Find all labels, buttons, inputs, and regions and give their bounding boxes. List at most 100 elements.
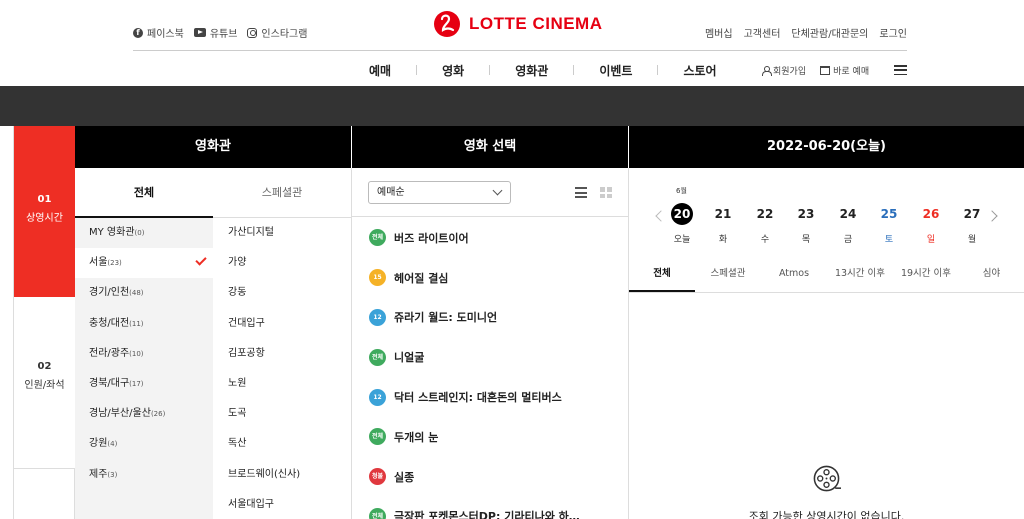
header-actions: 회원가입 바로 예매	[762, 64, 869, 77]
lotte-logo-icon	[434, 11, 460, 37]
date-item[interactable]: 24 금	[835, 203, 861, 245]
header-band	[0, 86, 1024, 126]
movie-item[interactable]: 전체 니얼굴	[352, 337, 628, 377]
region-item[interactable]: 충청/대전(11)	[75, 309, 213, 339]
rating-badge: 청불	[369, 468, 386, 486]
main-nav: 예매 영화 영화관 이벤트 스토어	[369, 62, 742, 79]
tab-all-theaters[interactable]: 전체	[75, 168, 213, 218]
region-item[interactable]: 경북/대구(17)	[75, 369, 213, 399]
movie-item[interactable]: 전체 극장판 포켓몬스터DP: 기라티나와 하…	[352, 497, 628, 519]
filter-tab[interactable]: 스페셜관	[695, 256, 761, 292]
membership-link[interactable]: 멤버십	[705, 25, 733, 40]
rating-badge: 15	[369, 269, 386, 287]
step-showtime[interactable]: 01 상영시간	[14, 126, 75, 297]
youtube-link[interactable]: 유튜브	[193, 25, 237, 40]
branch-item[interactable]: 브로드웨이(신사)	[213, 460, 351, 490]
signup-link[interactable]: 회원가입	[762, 64, 806, 77]
lotte-cinema-logo[interactable]: LOTTE CINEMA	[432, 9, 603, 39]
ticket-icon	[820, 66, 831, 75]
nav-separator	[489, 65, 491, 75]
tab-special-theaters[interactable]: 스페셜관	[213, 168, 351, 217]
branch-item[interactable]: 강동	[213, 278, 351, 308]
branch-list: 가산디지털 가양 강동 건대입구 김포공항 노원 도곡 독산 브로드웨이(신사)…	[213, 218, 351, 519]
chevron-left-icon[interactable]	[655, 210, 667, 222]
filter-tab[interactable]: 심야	[959, 256, 1024, 292]
instagram-link[interactable]: 인스타그램	[247, 25, 307, 40]
rating-badge: 전체	[369, 507, 386, 519]
login-link[interactable]: 로그인	[879, 25, 907, 40]
movie-item[interactable]: 청불 실종	[352, 457, 628, 497]
month-label: 6월	[676, 187, 687, 195]
movie-item[interactable]: 15 헤어질 결심	[352, 258, 628, 298]
theater-column-title: 영화관	[75, 126, 351, 168]
column-divider	[628, 168, 629, 519]
header-divider	[133, 50, 907, 51]
nav-store[interactable]: 스토어	[658, 62, 741, 79]
date-item[interactable]: 22 수	[752, 203, 778, 245]
movie-item[interactable]: 전체 두개의 눈	[352, 417, 628, 457]
chevron-right-icon[interactable]	[986, 210, 998, 222]
nav-separator	[573, 65, 575, 75]
list-view-icon[interactable]	[575, 187, 587, 198]
region-item[interactable]: MY 영화관(0)	[75, 218, 213, 248]
movie-sort-bar: 예매순	[352, 168, 628, 217]
region-item[interactable]: 서울(23)	[75, 248, 213, 279]
nav-theater[interactable]: 영화관	[490, 62, 573, 79]
chevron-down-icon	[492, 185, 503, 196]
sort-select[interactable]: 예매순	[368, 181, 511, 204]
branch-item[interactable]: 노원	[213, 369, 351, 399]
menu-icon[interactable]	[894, 65, 907, 75]
region-item[interactable]: 제주(3)	[75, 460, 213, 490]
filter-tab[interactable]: Atmos	[761, 256, 827, 292]
branch-item[interactable]: 서울대입구	[213, 490, 351, 519]
facebook-link[interactable]: f 페이스북	[133, 25, 184, 40]
person-icon	[762, 66, 772, 76]
region-item[interactable]: 경기/인천(48)	[75, 278, 213, 308]
date-item[interactable]: 25 토	[876, 203, 902, 245]
nav-event[interactable]: 이벤트	[574, 62, 657, 79]
step-seats[interactable]: 02 인원/좌석	[14, 297, 75, 469]
nav-movie[interactable]: 영화	[417, 62, 489, 79]
social-links: f 페이스북 유튜브 인스타그램	[133, 25, 307, 40]
rating-badge: 12	[369, 308, 386, 326]
quick-booking-link[interactable]: 바로 예매	[820, 64, 869, 77]
branch-item[interactable]: 김포공항	[213, 339, 351, 369]
schedule-column-title: 2022-06-20(오늘)	[629, 126, 1024, 168]
grid-view-icon[interactable]	[600, 187, 612, 198]
nav-separator	[657, 65, 659, 75]
rating-badge: 12	[369, 388, 386, 406]
movie-item[interactable]: 전체 버즈 라이트이어	[352, 218, 628, 258]
filter-tab[interactable]: 19시간 이후	[893, 256, 959, 292]
region-item[interactable]: 전라/광주(10)	[75, 339, 213, 369]
nav-booking[interactable]: 예매	[369, 62, 416, 79]
movie-item[interactable]: 12 닥터 스트레인지: 대혼돈의 멀티버스	[352, 377, 628, 417]
filter-tab[interactable]: 전체	[629, 256, 695, 292]
region-item[interactable]: 경남/부산/울산(26)	[75, 399, 213, 429]
branch-item[interactable]: 건대입구	[213, 309, 351, 339]
movie-column-title: 영화 선택	[352, 126, 628, 168]
date-item[interactable]: 23 목	[793, 203, 819, 245]
nav-separator	[416, 65, 418, 75]
rating-badge: 전체	[369, 229, 386, 247]
date-item[interactable]: 21 화	[710, 203, 736, 245]
booking-steps: 01 상영시간 02 인원/좌석	[13, 126, 75, 519]
site-header: f 페이스북 유튜브 인스타그램 LOTTE CINEMA 멤버십 고객센터 단체…	[0, 0, 1024, 86]
date-item[interactable]: 27 월	[959, 203, 985, 245]
region-list: MY 영화관(0) 서울(23) 경기/인천(48) 충청/대전(11) 전라/…	[75, 218, 213, 519]
filter-tab[interactable]: 13시간 이후	[827, 256, 893, 292]
region-item[interactable]: 강원(4)	[75, 429, 213, 459]
facebook-icon: f	[133, 27, 143, 38]
branch-item[interactable]: 가양	[213, 248, 351, 278]
group-rental-link[interactable]: 단체관람/대관문의	[791, 25, 868, 40]
empty-schedule-message: 조회 가능한 상영시간이 없습니다.	[748, 510, 905, 519]
screen-filter-tabs: 전체 스페셜관 Atmos 13시간 이후 19시간 이후 심야	[629, 256, 1024, 293]
branch-item[interactable]: 독산	[213, 429, 351, 459]
branch-item[interactable]: 가산디지털	[213, 218, 351, 248]
branch-item[interactable]: 도곡	[213, 399, 351, 429]
customer-center-link[interactable]: 고객센터	[744, 25, 781, 40]
date-item[interactable]: 26 일	[918, 203, 944, 245]
date-item[interactable]: 20 오늘	[669, 203, 695, 245]
check-icon	[195, 254, 207, 266]
movie-list: 전체 버즈 라이트이어 15 헤어질 결심 12 쥬라기 월드: 도미니언 전체 니얼굴…	[352, 218, 628, 519]
movie-item[interactable]: 12 쥬라기 월드: 도미니언	[352, 298, 628, 338]
